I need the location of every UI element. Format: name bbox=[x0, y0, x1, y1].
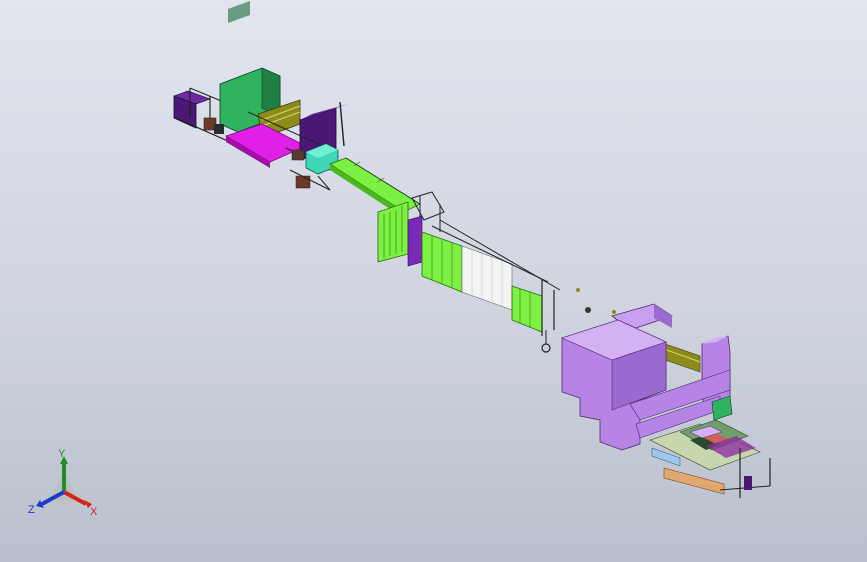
feeder-station[interactable] bbox=[173, 1, 348, 191]
forming-station[interactable] bbox=[377, 191, 616, 353]
graphics-viewport[interactable]: Y X Z bbox=[0, 0, 867, 562]
x-axis-label: X bbox=[90, 506, 98, 518]
y-axis-label: Y bbox=[58, 448, 66, 460]
production-line-model[interactable] bbox=[0, 0, 867, 562]
press-station[interactable] bbox=[561, 303, 771, 498]
z-axis-label: Z bbox=[28, 504, 35, 516]
reference-triad: Y X Z bbox=[26, 448, 108, 520]
